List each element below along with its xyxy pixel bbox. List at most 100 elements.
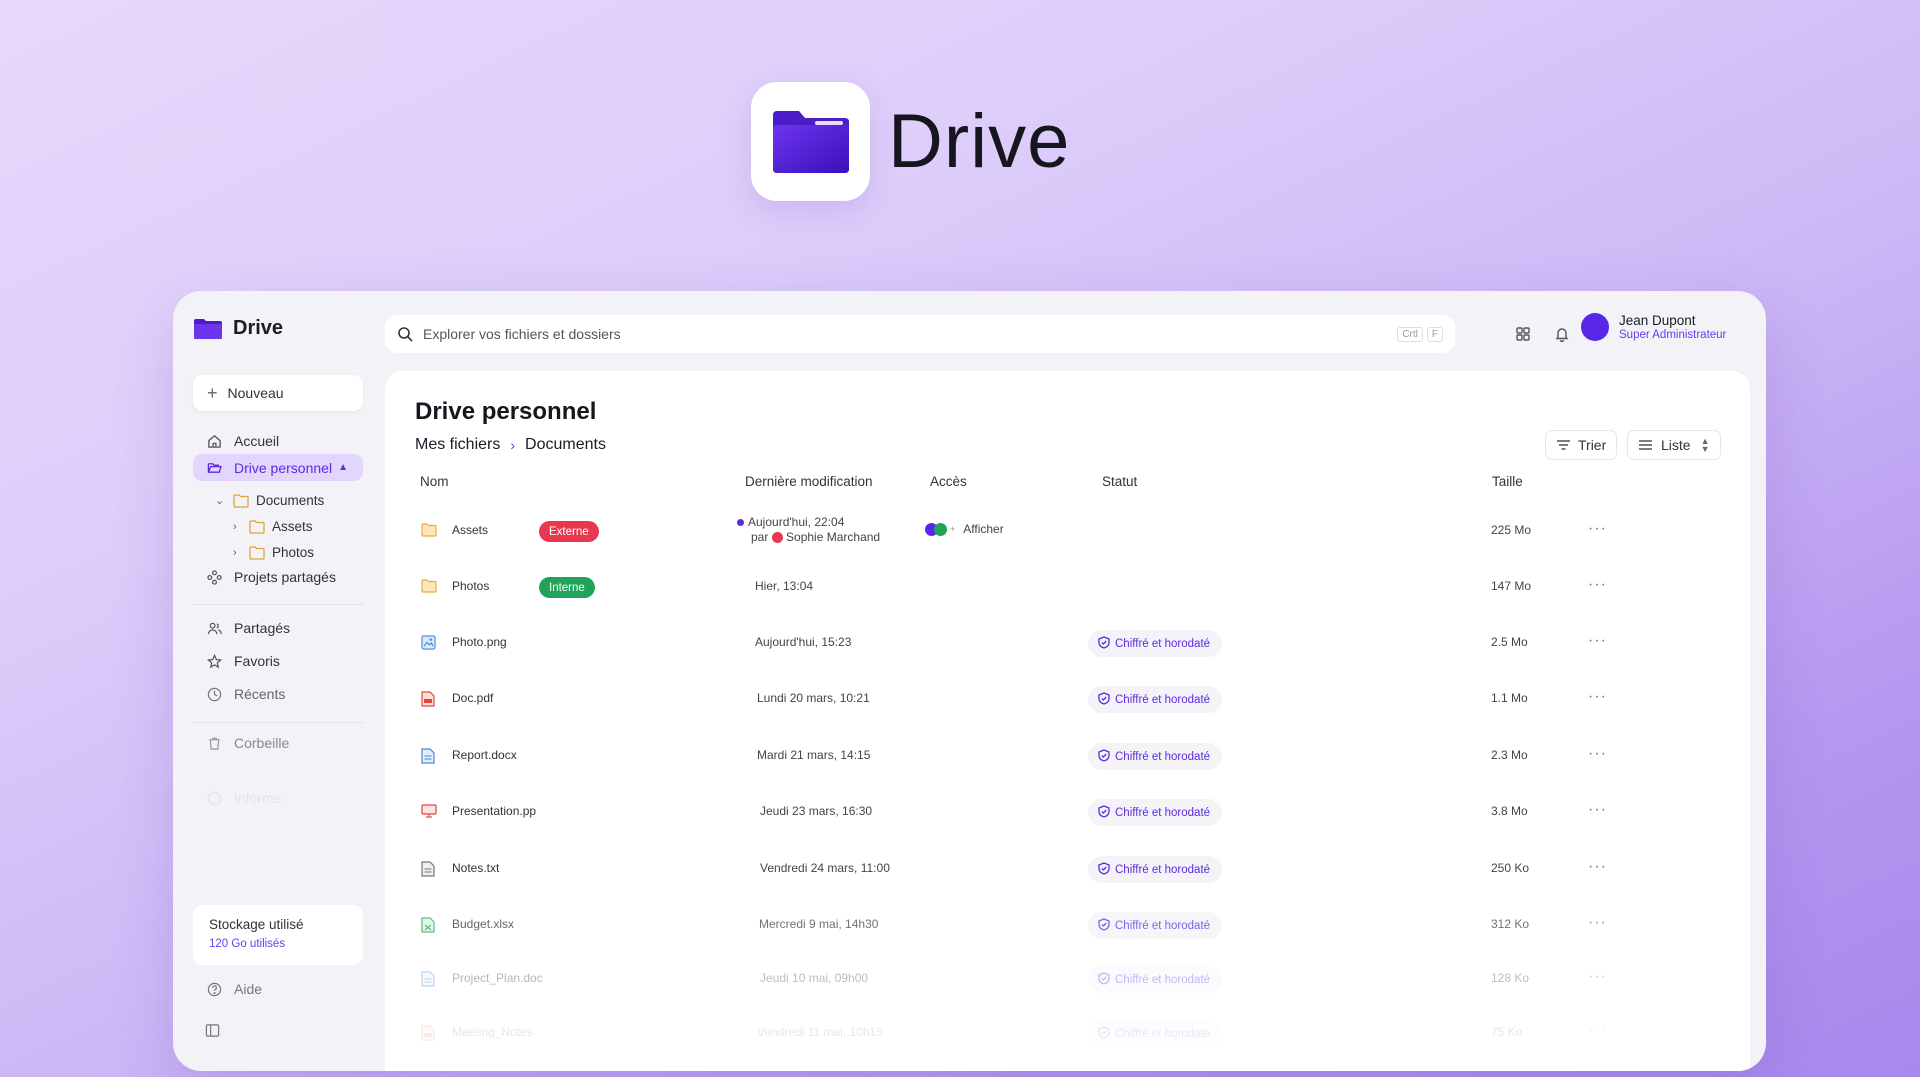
brand[interactable]: Drive — [193, 317, 283, 340]
file-name[interactable]: Report.docx — [452, 748, 517, 762]
column-header-status[interactable]: Statut — [1102, 474, 1137, 489]
star-icon — [205, 652, 223, 670]
chevron-right-icon[interactable]: › — [233, 547, 247, 559]
status-badge: Chiffré et horodaté — [1088, 686, 1223, 713]
table-row[interactable]: Photos Interne Hier, 13:04 147 Mo ··· — [385, 559, 1750, 615]
more-options-icon[interactable]: ··· — [1588, 577, 1607, 593]
tree-item-assets[interactable]: › Assets — [233, 519, 313, 534]
sidebar-item-shared[interactable]: Partagés — [193, 614, 363, 642]
more-options-icon[interactable]: ··· — [1588, 969, 1607, 985]
new-button-label: Nouveau — [227, 385, 284, 401]
file-size: 1.1 Mo — [1491, 691, 1528, 705]
file-name[interactable]: Meeting_Notes — [452, 1025, 533, 1039]
column-header-modified[interactable]: Dernière modification — [745, 474, 873, 489]
notifications-button[interactable] — [1548, 320, 1576, 348]
sidebar-item-help[interactable]: Aide — [193, 975, 363, 1003]
access-link[interactable]: Afficher — [963, 522, 1003, 536]
sidebar-item-trash[interactable]: Corbeille — [193, 729, 363, 757]
sidebar-item-favorites[interactable]: Favoris — [193, 647, 363, 675]
folder-icon — [421, 523, 437, 539]
filter-icon — [1557, 440, 1570, 450]
breadcrumb-item[interactable]: Mes fichiers — [415, 436, 500, 454]
pdf-file-icon — [421, 691, 437, 707]
status-badge: Chiffré et horodaté — [1088, 856, 1223, 883]
file-name[interactable]: Budget.xlsx — [452, 917, 514, 931]
status-badge: Chiffré et horodaté — [1088, 630, 1223, 657]
more-options-icon[interactable]: ··· — [1588, 802, 1607, 818]
new-button[interactable]: + Nouveau — [193, 375, 363, 411]
hero: Drive — [751, 82, 1070, 201]
sidebar-item-label: Corbeille — [234, 735, 290, 751]
file-size: 2.5 Mo — [1491, 635, 1528, 649]
table-row[interactable]: Report.docx Mardi 21 mars, 14:15 Chiffré e… — [385, 728, 1750, 784]
access-badge: Externe — [539, 521, 599, 542]
sidebar-item-recent[interactable]: Récents — [193, 680, 363, 708]
sidebar-item-faded[interactable]: Informe — [193, 784, 363, 812]
breadcrumb-item[interactable]: Documents — [525, 436, 606, 454]
column-header-name[interactable]: Nom — [420, 474, 449, 489]
table-row[interactable]: Photo.png Aujourd'hui, 15:23 Chiffré et ho… — [385, 615, 1750, 671]
modified-date: Aujourd'hui, 15:23 — [755, 635, 852, 649]
brand-name: Drive — [233, 317, 284, 339]
file-size: 3.8 Mo — [1491, 804, 1528, 818]
table-row[interactable]: Meeting_Notes Vendredi 11 mai, 10h15 Chiff… — [385, 1005, 1750, 1061]
tree-item-documents[interactable]: ⌄ Documents — [215, 493, 324, 508]
sidebar-item-shared-projects[interactable]: Projets partagés — [193, 563, 363, 591]
storage-title: Stockage utilisé — [209, 917, 304, 932]
tree-item-photos[interactable]: › Photos — [233, 545, 314, 560]
sidebar-item-label: Projets partagés — [234, 569, 336, 585]
avatar — [1581, 313, 1609, 341]
users-icon — [205, 619, 223, 637]
tree-item-label: Photos — [272, 545, 315, 560]
user-menu[interactable]: Jean Dupont Super Administrateur — [1581, 313, 1726, 341]
folder-icon — [233, 493, 249, 508]
apps-grid-button[interactable] — [1509, 320, 1537, 348]
modified-date: Lundi 20 mars, 10:21 — [757, 691, 870, 705]
table-row[interactable]: Notes.txt Vendredi 24 mars, 11:00 Chiffré … — [385, 841, 1750, 897]
file-name[interactable]: Photos — [452, 579, 489, 593]
chevron-right-icon: › — [510, 437, 516, 453]
more-options-icon[interactable]: ··· — [1588, 746, 1607, 762]
table-row[interactable]: Doc.pdf Lundi 20 mars, 10:21 Chiffré et ho… — [385, 671, 1750, 727]
more-options-icon[interactable]: ··· — [1588, 521, 1607, 537]
view-select[interactable]: Liste ▲ ▼ — [1627, 430, 1721, 460]
network-icon — [205, 568, 223, 586]
more-options-icon[interactable]: ··· — [1588, 689, 1607, 705]
search-bar[interactable]: Explorer vos fichiers et dossiers Crtl F — [385, 315, 1455, 353]
shield-check-icon — [1098, 691, 1115, 708]
bell-icon — [1555, 328, 1569, 342]
divider — [193, 604, 363, 605]
sidebar-item-home[interactable]: Accueil — [193, 427, 363, 455]
column-header-size[interactable]: Taille — [1492, 474, 1523, 489]
file-name[interactable]: Assets — [452, 523, 488, 537]
chevron-right-icon[interactable]: › — [233, 521, 247, 533]
shortcut-key: Crtl — [1397, 326, 1423, 342]
user-role: Super Administrateur — [1619, 329, 1727, 341]
more-options-icon[interactable]: ··· — [1588, 915, 1607, 931]
file-name[interactable]: Project_Plan.doc — [452, 971, 543, 985]
sidebar-item-label: Récents — [234, 686, 286, 702]
sort-button[interactable]: Trier — [1545, 430, 1618, 460]
column-header-access[interactable]: Accès — [930, 474, 967, 489]
info-icon — [205, 789, 223, 807]
pdf-file-icon — [421, 1025, 437, 1041]
table-row[interactable]: Budget.xlsx Mercredi 9 mai, 14h30 Chiffré … — [385, 897, 1750, 953]
file-name[interactable]: Presentation.pp — [452, 804, 536, 818]
more-options-icon[interactable]: ··· — [1588, 859, 1607, 875]
file-name[interactable]: Photo.png — [452, 635, 507, 649]
collapse-sidebar-button[interactable] — [205, 1023, 220, 1043]
file-size: 75 Ko — [1491, 1025, 1523, 1039]
table-row[interactable]: Assets Externe Aujourd'hui, 22:04 par Sop… — [385, 503, 1750, 559]
table-row[interactable]: Project_Plan.doc Jeudi 10 mai, 09h00 Chiff… — [385, 951, 1750, 1007]
sidebar-item-personal-drive[interactable]: Drive personnel ▲ — [193, 454, 363, 481]
table-row[interactable]: Presentation.pp Jeudi 23 mars, 16:30 Chiff… — [385, 784, 1750, 840]
search-input[interactable]: Explorer vos fichiers et dossiers — [423, 326, 1393, 342]
file-name[interactable]: Doc.pdf — [452, 691, 493, 705]
chevron-up-icon[interactable]: ▲ — [338, 462, 348, 473]
file-name[interactable]: Notes.txt — [452, 861, 499, 875]
more-options-icon[interactable]: ··· — [1588, 633, 1607, 649]
storage-card[interactable]: Stockage utilisé 120 Go utilisés — [193, 905, 363, 965]
chevron-down-icon[interactable]: ⌄ — [215, 494, 229, 507]
access-cell[interactable]: + Afficher — [925, 522, 1004, 536]
more-options-icon[interactable]: ··· — [1588, 1023, 1607, 1039]
